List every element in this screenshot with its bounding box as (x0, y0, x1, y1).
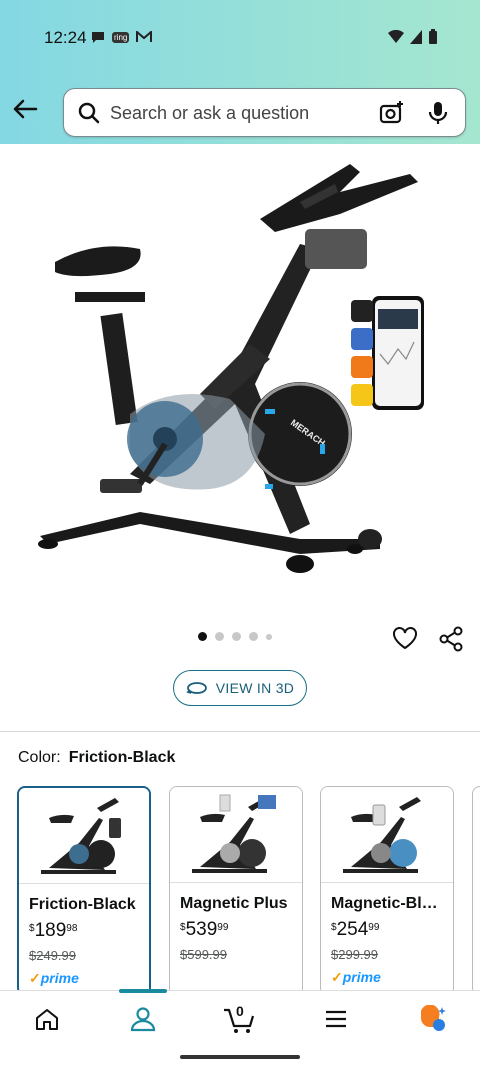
nav-account[interactable] (123, 1003, 163, 1035)
nav-cart[interactable]: 0 (218, 1003, 262, 1035)
variant-price: $25499 (331, 919, 380, 940)
carousel-dot[interactable] (215, 632, 224, 641)
rotate-3d-icon (186, 682, 207, 694)
variant-name: Magnetic Plus (180, 895, 288, 912)
menu-icon (326, 1010, 346, 1028)
microphone-icon[interactable] (427, 100, 449, 126)
search-icon (78, 102, 100, 124)
status-bar: 12:24 ring (0, 0, 480, 76)
home-icon (36, 1009, 58, 1030)
nav-home[interactable] (27, 1003, 67, 1035)
battery-icon (429, 29, 437, 44)
color-value: Friction-Black (68, 749, 176, 766)
cart-count: 0 (236, 1003, 244, 1019)
carousel-dot[interactable] (232, 632, 241, 641)
nav-menu[interactable] (316, 1003, 356, 1035)
header: Search or ask a question (0, 76, 480, 144)
carousel-indicator[interactable] (198, 632, 272, 641)
signal-icon (410, 30, 422, 44)
section-divider (0, 731, 480, 732)
gmail-icon (136, 31, 153, 42)
search-bar[interactable]: Search or ask a question (63, 88, 466, 137)
variant-name: Friction-Black (29, 896, 136, 913)
variant-list-price: $599.99 (180, 947, 227, 962)
variant-price: $53999 (180, 919, 229, 940)
chat-notification-icon (92, 32, 104, 43)
share-icon[interactable] (438, 626, 464, 652)
camera-search-icon[interactable] (379, 100, 405, 126)
view-in-3d-label: VIEW IN 3D (215, 680, 295, 696)
product-image[interactable]: MERACH (0, 144, 480, 614)
gesture-home-bar[interactable] (180, 1055, 300, 1059)
variant-price: $18998 (29, 920, 78, 941)
variant-card[interactable]: Friction-Black $18998 $249.99 ✓prime (17, 786, 151, 996)
variant-thumbnail (321, 787, 453, 883)
back-button[interactable] (10, 94, 40, 124)
exercise-bike-image: MERACH (38, 164, 424, 573)
prime-badge: ✓prime (331, 969, 381, 985)
variant-list-price: $249.99 (29, 948, 76, 963)
heart-icon[interactable] (392, 626, 418, 650)
view-in-3d-button[interactable]: VIEW IN 3D (173, 670, 307, 706)
carousel-dot[interactable] (266, 633, 272, 640)
variant-list-price: $299.99 (331, 947, 378, 962)
variant-card[interactable]: Magnetic Plus $53999 $599.99 (169, 786, 303, 996)
wifi-icon (388, 30, 404, 43)
variant-swatches: Friction-Black $18998 $249.99 ✓prime Mag… (17, 786, 480, 996)
variant-thumbnail (19, 788, 149, 884)
nav-active-indicator (119, 989, 167, 993)
variant-card[interactable]: Magnetic-Bl… $25499 $299.99 ✓prime (320, 786, 454, 996)
ring-app-icon: ring (112, 31, 130, 43)
variant-name: Magnetic-Bl… (331, 895, 438, 912)
nav-rufus[interactable] (412, 1003, 452, 1035)
variant-thumbnail (170, 787, 302, 883)
back-arrow-icon (13, 99, 38, 119)
carousel-dot[interactable] (249, 632, 258, 641)
carousel-dot[interactable] (198, 632, 207, 641)
color-selection: Color: Friction-Black (18, 749, 175, 767)
account-icon (130, 1007, 156, 1032)
variant-card[interactable] (472, 786, 480, 996)
prime-badge: ✓prime (29, 970, 79, 986)
rufus-assistant-icon (421, 1005, 446, 1031)
status-time: 12:24 (44, 28, 87, 47)
color-key: Color: (18, 749, 61, 766)
search-input[interactable]: Search or ask a question (110, 103, 309, 124)
